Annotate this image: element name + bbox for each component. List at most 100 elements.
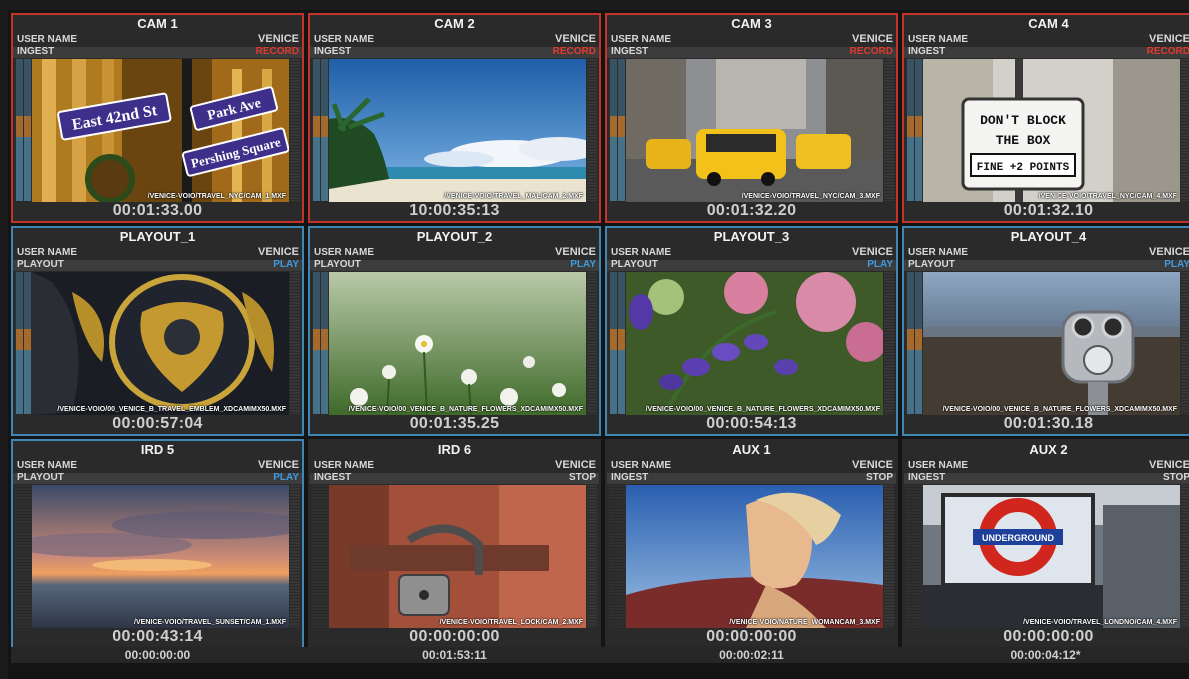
- audio-meter: [906, 272, 923, 414]
- state-badge: PLAY: [867, 259, 893, 270]
- tile-ird-5[interactable]: IRD 5 USER NAME PLAYOUT VENICE PLAY /VEN…: [11, 439, 304, 651]
- video-beach: [329, 59, 586, 202]
- video-preview[interactable]: DON'T BLOCK THE BOX FINE +2 POINTS /VENI…: [923, 59, 1180, 202]
- audio-meter-right: [587, 485, 597, 627]
- mode-label: PLAYOUT: [908, 259, 955, 270]
- timecode: 00:00:54:13: [706, 415, 797, 432]
- user-name-label: USER NAME: [611, 34, 672, 45]
- audio-meter-right: [290, 485, 300, 627]
- clip-path-label: /VENICE-VOIO/TRAVEL_NYC/CAM_3.MXF: [741, 193, 880, 200]
- header-band: [904, 473, 1189, 484]
- audio-meter: [312, 59, 329, 201]
- underground-text: UNDERGROUND: [982, 533, 1055, 543]
- state-badge: STOP: [568, 472, 596, 483]
- timecode: 00:00:57:04: [112, 415, 203, 432]
- user-name-label: USER NAME: [611, 460, 672, 471]
- server-label: VENICE: [852, 246, 893, 258]
- tile-playout-2[interactable]: PLAYOUT_2 USER NAME PLAYOUT VENICE PLAY: [308, 226, 601, 436]
- tile-title: IRD 6: [437, 442, 472, 457]
- state-badge: PLAY: [273, 472, 299, 483]
- clip-path-label: /VENICE-VOIO/00_VENICE_B_TRAVEL_EMBLEM_X…: [57, 406, 286, 413]
- audio-meter-right: [290, 59, 300, 201]
- tile-cam-3[interactable]: CAM 3 USER NAME INGEST VENICE RECORD /VE…: [605, 13, 898, 223]
- mode-label: INGEST: [908, 472, 946, 483]
- tile-title: PLAYOUT_2: [416, 229, 493, 244]
- user-name-label: USER NAME: [908, 247, 969, 258]
- tile-cam-1[interactable]: CAM 1 USER NAME INGEST VENICE RECORD Eas…: [11, 13, 304, 223]
- sign-text: DON'T BLOCK: [980, 113, 1066, 128]
- user-name-label: USER NAME: [611, 247, 672, 258]
- timecode: 00:00:43:14: [112, 628, 203, 645]
- video-preview[interactable]: UNDERGROUND /VENICE-VOIO/TRAVEL_LONDNO/C…: [923, 485, 1180, 628]
- audio-meter-right: [884, 485, 894, 627]
- tile-playout-4[interactable]: PLAYOUT_4 USER NAME PLAYOUT VENICE PLAY: [902, 226, 1189, 436]
- video-preview[interactable]: /VENICE-VOIO/TRAVEL_NYC/CAM_3.MXF: [626, 59, 883, 202]
- tile-aux-1[interactable]: AUX 1 USER NAME INGEST VENICE STOP /VENI…: [605, 439, 898, 651]
- server-label: VENICE: [1149, 33, 1189, 45]
- audio-meter-right: [290, 272, 300, 414]
- state-badge: RECORD: [849, 46, 893, 57]
- video-preview[interactable]: /VENICE-VOIO/00_VENICE_B_TRAVEL_EMBLEM_X…: [32, 272, 289, 415]
- user-name-label: USER NAME: [314, 247, 375, 258]
- timecode: 00:00:00:00: [1003, 628, 1094, 645]
- tile-cam-2[interactable]: CAM 2 USER NAME INGEST VENICE RECORD /VE…: [308, 13, 601, 223]
- tile-cam-4[interactable]: CAM 4 USER NAME INGEST VENICE RECORD DON…: [902, 13, 1189, 223]
- video-emblem: [32, 272, 289, 415]
- multiviewer-wall: CAM 1 USER NAME INGEST VENICE RECORD Eas…: [8, 10, 1189, 679]
- tile-title: CAM 3: [731, 16, 772, 31]
- video-preview[interactable]: /VENICE-VOIO/NATURE_WOMANCAM_3.MXF: [626, 485, 883, 628]
- video-dont-block-sign: DON'T BLOCK THE BOX FINE +2 POINTS: [923, 59, 1180, 202]
- video-underground: UNDERGROUND: [923, 485, 1180, 628]
- tile-title: CAM 2: [434, 16, 475, 31]
- timecode: 00:00:00:00: [409, 628, 500, 645]
- server-label: VENICE: [258, 246, 299, 258]
- mode-label: PLAYOUT: [611, 259, 658, 270]
- mode-label: INGEST: [611, 46, 649, 57]
- audio-meter: [15, 59, 32, 201]
- clip-path-label: /VENICE-VOIO/TRAVEL_MAL/CAM_2.MXF: [444, 193, 583, 200]
- tile-title: PLAYOUT_3: [713, 229, 790, 244]
- video-preview[interactable]: East 42nd St Park Ave Pershing Square /V…: [32, 59, 289, 202]
- user-name-label: USER NAME: [908, 460, 969, 471]
- video-preview[interactable]: /VENICE-VOIO/TRAVEL_SUNSET/CAM_1.MXF: [32, 485, 289, 628]
- tile-playout-1[interactable]: PLAYOUT_1 USER NAME PLAYOUT VENICE PLAY …: [11, 226, 304, 436]
- state-badge: RECORD: [255, 46, 299, 57]
- sign-text: THE BOX: [996, 133, 1051, 148]
- server-label: VENICE: [555, 459, 596, 471]
- server-label: VENICE: [555, 246, 596, 258]
- tile-title: AUX 2: [1029, 442, 1068, 457]
- video-bluebells: [626, 272, 883, 415]
- clip-path-label: /VENICE-VOIO/NATURE_WOMANCAM_3.MXF: [729, 619, 880, 626]
- state-badge: RECORD: [552, 46, 596, 57]
- tile-ird-6[interactable]: IRD 6 USER NAME INGEST VENICE STOP /VENI…: [308, 439, 601, 651]
- user-name-label: USER NAME: [314, 34, 375, 45]
- mode-label: INGEST: [908, 46, 946, 57]
- tile-playout-3[interactable]: PLAYOUT_3 USER NAME PLAYOUT VENICE PLAY: [605, 226, 898, 436]
- video-daisies: [329, 272, 586, 415]
- audio-meter-right: [1181, 272, 1189, 414]
- mode-label: INGEST: [611, 472, 649, 483]
- secondary-timecode: 00:00:00:00: [124, 648, 191, 662]
- video-sunset: [32, 485, 289, 628]
- timecode: 00:01:35.25: [409, 415, 500, 432]
- clip-path-label: /VENICE-VOIO/TRAVEL_NYC/CAM_1.MXF: [147, 193, 286, 200]
- video-preview[interactable]: /VENICE-VOIO/00_VENICE_B_NATURE_FLOWERS_…: [626, 272, 883, 415]
- secondary-timecode: 00:00:02:11: [719, 648, 784, 662]
- clip-path-label: /VENICE-VOIO/TRAVEL_NYC/CAM_4.MXF: [1038, 193, 1177, 200]
- tile-title: AUX 1: [732, 442, 771, 457]
- tile-aux-2[interactable]: AUX 2 USER NAME INGEST VENICE STOP UNDER…: [902, 439, 1189, 651]
- tile-title: PLAYOUT_1: [119, 229, 196, 244]
- tile-title: CAM 1: [137, 16, 178, 31]
- audio-meter-right: [884, 272, 894, 414]
- video-preview[interactable]: /VENICE-VOIO/TRAVEL_LOCK/CAM_2.MXF: [329, 485, 586, 628]
- clip-path-label: /VENICE-VOIO/TRAVEL_LONDNO/CAM_4.MXF: [1023, 619, 1177, 626]
- server-label: VENICE: [258, 33, 299, 45]
- video-preview[interactable]: /VENICE-VOIO/00_VENICE_B_NATURE_FLOWERS_…: [923, 272, 1180, 415]
- clip-path-label: /VENICE-VOIO/00_VENICE_B_NATURE_FLOWERS_…: [348, 406, 583, 413]
- state-badge: PLAY: [570, 259, 596, 270]
- video-preview[interactable]: /VENICE-VOIO/TRAVEL_MAL/CAM_2.MXF: [329, 59, 586, 202]
- header-band: [607, 473, 896, 484]
- secondary-timecode: 00:01:53:11: [422, 648, 487, 662]
- video-preview[interactable]: /VENICE-VOIO/00_VENICE_B_NATURE_FLOWERS_…: [329, 272, 586, 415]
- timecode: 00:01:32.10: [1003, 202, 1094, 219]
